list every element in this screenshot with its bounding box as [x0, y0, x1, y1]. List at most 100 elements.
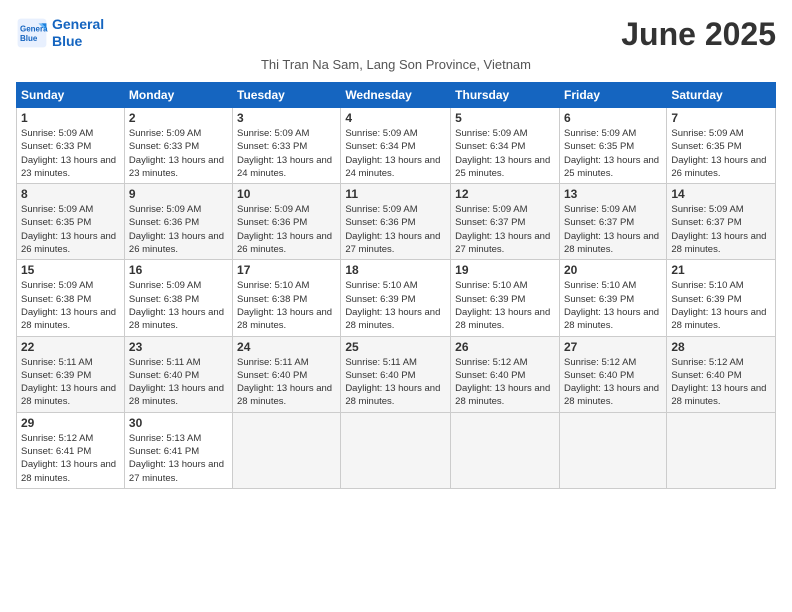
calendar-day-cell: 5 Sunrise: 5:09 AM Sunset: 6:34 PM Dayli…	[451, 108, 560, 184]
daylight-label: Daylight: 13 hours and 24 minutes.	[237, 155, 332, 179]
day-info: Sunrise: 5:09 AM Sunset: 6:38 PM Dayligh…	[21, 279, 120, 332]
daylight-label: Daylight: 13 hours and 24 minutes.	[345, 155, 440, 179]
sunrise-label: Sunrise: 5:09 AM	[345, 128, 417, 139]
day-number: 25	[345, 340, 446, 354]
sunset-label: Sunset: 6:39 PM	[671, 294, 741, 305]
day-info: Sunrise: 5:09 AM Sunset: 6:34 PM Dayligh…	[345, 127, 446, 180]
sunset-label: Sunset: 6:35 PM	[564, 141, 634, 152]
day-number: 13	[564, 187, 662, 201]
daylight-label: Daylight: 13 hours and 25 minutes.	[564, 155, 659, 179]
day-number: 5	[455, 111, 555, 125]
day-info: Sunrise: 5:09 AM Sunset: 6:33 PM Dayligh…	[237, 127, 336, 180]
sunrise-label: Sunrise: 5:09 AM	[671, 128, 743, 139]
logo-icon: General Blue	[16, 17, 48, 49]
daylight-label: Daylight: 13 hours and 28 minutes.	[671, 383, 766, 407]
day-info: Sunrise: 5:12 AM Sunset: 6:40 PM Dayligh…	[455, 356, 555, 409]
daylight-label: Daylight: 13 hours and 28 minutes.	[564, 231, 659, 255]
day-number: 29	[21, 416, 120, 430]
calendar-day-cell: 29 Sunrise: 5:12 AM Sunset: 6:41 PM Dayl…	[17, 412, 125, 488]
calendar-week-row: 1 Sunrise: 5:09 AM Sunset: 6:33 PM Dayli…	[17, 108, 776, 184]
sunset-label: Sunset: 6:34 PM	[345, 141, 415, 152]
calendar-body: 1 Sunrise: 5:09 AM Sunset: 6:33 PM Dayli…	[17, 108, 776, 489]
daylight-label: Daylight: 13 hours and 28 minutes.	[345, 307, 440, 331]
day-number: 9	[129, 187, 228, 201]
calendar-day-cell: 25 Sunrise: 5:11 AM Sunset: 6:40 PM Dayl…	[341, 336, 451, 412]
daylight-label: Daylight: 13 hours and 26 minutes.	[237, 231, 332, 255]
calendar-day-cell: 8 Sunrise: 5:09 AM Sunset: 6:35 PM Dayli…	[17, 184, 125, 260]
daylight-label: Daylight: 13 hours and 26 minutes.	[21, 231, 116, 255]
day-info: Sunrise: 5:09 AM Sunset: 6:34 PM Dayligh…	[455, 127, 555, 180]
calendar-week-row: 29 Sunrise: 5:12 AM Sunset: 6:41 PM Dayl…	[17, 412, 776, 488]
calendar-table: SundayMondayTuesdayWednesdayThursdayFrid…	[16, 82, 776, 489]
sunrise-label: Sunrise: 5:09 AM	[21, 128, 93, 139]
sunrise-label: Sunrise: 5:11 AM	[345, 357, 417, 368]
calendar-day-cell: 21 Sunrise: 5:10 AM Sunset: 6:39 PM Dayl…	[667, 260, 776, 336]
day-info: Sunrise: 5:12 AM Sunset: 6:41 PM Dayligh…	[21, 432, 120, 485]
daylight-label: Daylight: 13 hours and 28 minutes.	[671, 231, 766, 255]
sunrise-label: Sunrise: 5:10 AM	[671, 280, 743, 291]
daylight-label: Daylight: 13 hours and 25 minutes.	[455, 155, 550, 179]
calendar-day-cell: 12 Sunrise: 5:09 AM Sunset: 6:37 PM Dayl…	[451, 184, 560, 260]
day-info: Sunrise: 5:11 AM Sunset: 6:40 PM Dayligh…	[237, 356, 336, 409]
sunrise-label: Sunrise: 5:10 AM	[564, 280, 636, 291]
sunrise-label: Sunrise: 5:09 AM	[564, 204, 636, 215]
sunset-label: Sunset: 6:37 PM	[564, 217, 634, 228]
sunrise-label: Sunrise: 5:09 AM	[345, 204, 417, 215]
daylight-label: Daylight: 13 hours and 28 minutes.	[129, 307, 224, 331]
day-number: 21	[671, 263, 771, 277]
calendar-week-row: 8 Sunrise: 5:09 AM Sunset: 6:35 PM Dayli…	[17, 184, 776, 260]
sunrise-label: Sunrise: 5:09 AM	[129, 280, 201, 291]
daylight-label: Daylight: 13 hours and 28 minutes.	[564, 383, 659, 407]
daylight-label: Daylight: 13 hours and 28 minutes.	[237, 307, 332, 331]
calendar-day-cell: 19 Sunrise: 5:10 AM Sunset: 6:39 PM Dayl…	[451, 260, 560, 336]
day-info: Sunrise: 5:10 AM Sunset: 6:39 PM Dayligh…	[345, 279, 446, 332]
day-number: 22	[21, 340, 120, 354]
calendar-week-row: 22 Sunrise: 5:11 AM Sunset: 6:39 PM Dayl…	[17, 336, 776, 412]
weekday-header-cell: Sunday	[17, 83, 125, 108]
calendar-day-cell: 30 Sunrise: 5:13 AM Sunset: 6:41 PM Dayl…	[124, 412, 232, 488]
sunrise-label: Sunrise: 5:09 AM	[455, 204, 527, 215]
day-info: Sunrise: 5:13 AM Sunset: 6:41 PM Dayligh…	[129, 432, 228, 485]
day-number: 4	[345, 111, 446, 125]
day-info: Sunrise: 5:09 AM Sunset: 6:38 PM Dayligh…	[129, 279, 228, 332]
day-number: 24	[237, 340, 336, 354]
day-info: Sunrise: 5:09 AM Sunset: 6:37 PM Dayligh…	[455, 203, 555, 256]
sunset-label: Sunset: 6:36 PM	[237, 217, 307, 228]
daylight-label: Daylight: 13 hours and 28 minutes.	[237, 383, 332, 407]
svg-text:Blue: Blue	[20, 34, 38, 43]
day-info: Sunrise: 5:09 AM Sunset: 6:36 PM Dayligh…	[129, 203, 228, 256]
daylight-label: Daylight: 13 hours and 26 minutes.	[129, 231, 224, 255]
logo: General Blue General Blue	[16, 16, 104, 50]
daylight-label: Daylight: 13 hours and 28 minutes.	[671, 307, 766, 331]
calendar-day-cell: 4 Sunrise: 5:09 AM Sunset: 6:34 PM Dayli…	[341, 108, 451, 184]
weekday-header-cell: Monday	[124, 83, 232, 108]
calendar-day-cell: 27 Sunrise: 5:12 AM Sunset: 6:40 PM Dayl…	[559, 336, 666, 412]
calendar-day-cell: 26 Sunrise: 5:12 AM Sunset: 6:40 PM Dayl…	[451, 336, 560, 412]
calendar-day-cell: 17 Sunrise: 5:10 AM Sunset: 6:38 PM Dayl…	[233, 260, 341, 336]
sunset-label: Sunset: 6:33 PM	[237, 141, 307, 152]
daylight-label: Daylight: 13 hours and 28 minutes.	[345, 383, 440, 407]
sunset-label: Sunset: 6:36 PM	[345, 217, 415, 228]
sunrise-label: Sunrise: 5:12 AM	[671, 357, 743, 368]
sunrise-label: Sunrise: 5:09 AM	[564, 128, 636, 139]
day-number: 16	[129, 263, 228, 277]
sunrise-label: Sunrise: 5:11 AM	[21, 357, 93, 368]
day-info: Sunrise: 5:12 AM Sunset: 6:40 PM Dayligh…	[564, 356, 662, 409]
day-info: Sunrise: 5:11 AM Sunset: 6:39 PM Dayligh…	[21, 356, 120, 409]
day-number: 10	[237, 187, 336, 201]
day-number: 8	[21, 187, 120, 201]
calendar-day-cell: 22 Sunrise: 5:11 AM Sunset: 6:39 PM Dayl…	[17, 336, 125, 412]
day-number: 27	[564, 340, 662, 354]
calendar-day-cell: 1 Sunrise: 5:09 AM Sunset: 6:33 PM Dayli…	[17, 108, 125, 184]
day-info: Sunrise: 5:09 AM Sunset: 6:35 PM Dayligh…	[671, 127, 771, 180]
location-subtitle: Thi Tran Na Sam, Lang Son Province, Viet…	[16, 57, 776, 72]
weekday-header-row: SundayMondayTuesdayWednesdayThursdayFrid…	[17, 83, 776, 108]
sunset-label: Sunset: 6:39 PM	[455, 294, 525, 305]
daylight-label: Daylight: 13 hours and 28 minutes.	[455, 383, 550, 407]
sunrise-label: Sunrise: 5:09 AM	[237, 204, 309, 215]
month-title: June 2025	[621, 16, 776, 53]
day-info: Sunrise: 5:09 AM Sunset: 6:33 PM Dayligh…	[129, 127, 228, 180]
day-number: 1	[21, 111, 120, 125]
calendar-day-cell: 11 Sunrise: 5:09 AM Sunset: 6:36 PM Dayl…	[341, 184, 451, 260]
sunrise-label: Sunrise: 5:11 AM	[129, 357, 201, 368]
